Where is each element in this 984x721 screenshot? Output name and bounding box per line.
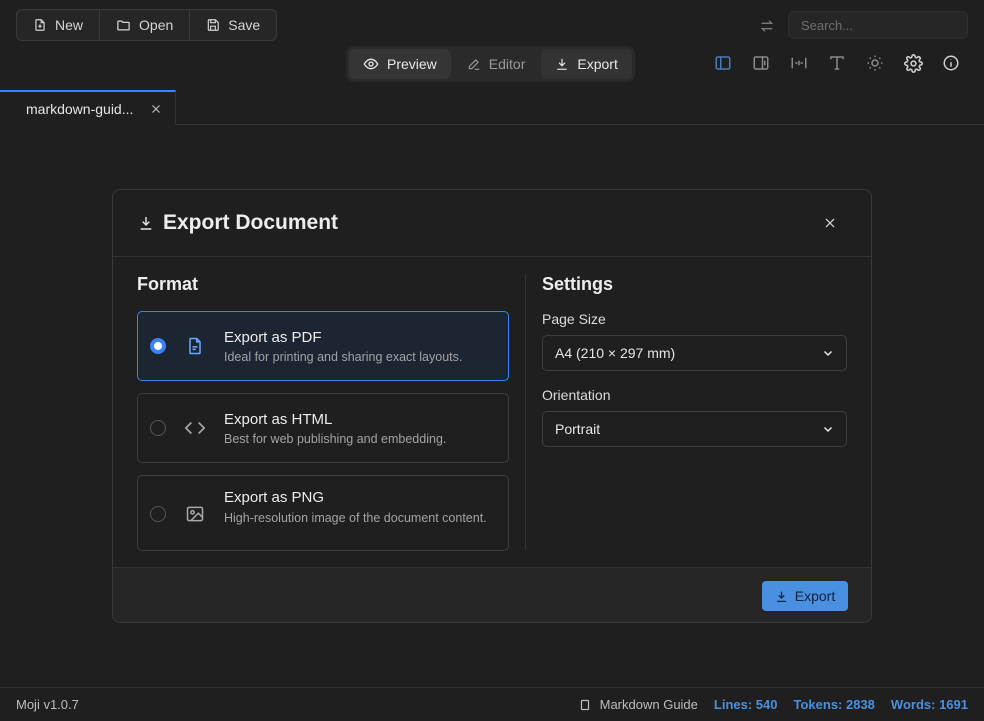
format-option-html[interactable]: Export as HTML Best for web publishing a… <box>137 393 509 463</box>
chevron-down-icon <box>822 423 834 435</box>
orientation-select[interactable]: Portrait <box>542 411 847 447</box>
dialog-header: Export Document <box>113 190 871 257</box>
format-option-png[interactable]: Export as PNG High-resolution image of t… <box>137 475 509 551</box>
radio-pdf[interactable] <box>150 338 166 354</box>
file-icon <box>184 335 206 357</box>
document-name-label: Markdown Guide <box>599 697 698 712</box>
download-icon <box>775 589 789 603</box>
tab-export[interactable]: Export <box>541 49 632 79</box>
option-desc-png: High-resolution image of the document co… <box>224 511 487 525</box>
dialog-footer: Export <box>113 567 871 622</box>
option-title-png: Export as PNG <box>224 489 325 506</box>
format-heading: Format <box>137 274 199 294</box>
export-dialog: Export Document Format Settings Export a… <box>112 189 872 623</box>
app-version: Moji v1.0.7 <box>16 697 79 712</box>
option-desc-pdf: Ideal for printing and sharing exact lay… <box>224 350 463 364</box>
export-button-label: Export <box>794 588 836 604</box>
lines-count: Lines: 540 <box>713 697 778 712</box>
view-options-toolbar <box>712 52 962 74</box>
pencil-icon <box>467 57 481 71</box>
sidebar-right-icon[interactable] <box>750 52 772 74</box>
settings-heading: Settings <box>542 274 614 294</box>
orientation-value: Portrait <box>555 421 601 437</box>
words-count: Words: 1691 <box>890 697 968 712</box>
file-tab-markdown-guide[interactable]: markdown-guid... <box>0 90 176 125</box>
new-file-icon <box>33 18 47 32</box>
sync-scroll-icon[interactable] <box>756 15 778 37</box>
page-size-value: A4 (210 × 297 mm) <box>555 345 676 361</box>
export-button[interactable]: Export <box>762 581 848 611</box>
option-title-html: Export as HTML <box>224 411 333 428</box>
page-size-label: Page Size <box>542 311 606 327</box>
save-icon <box>206 18 220 32</box>
document-icon <box>579 698 592 711</box>
typography-icon[interactable] <box>826 52 848 74</box>
close-dialog-icon[interactable] <box>821 214 839 232</box>
split-width-icon[interactable] <box>788 52 810 74</box>
document-name: Markdown Guide <box>579 697 698 712</box>
dialog-title: Export Document <box>163 211 339 234</box>
folder-icon <box>116 18 131 33</box>
sidebar-left-icon[interactable] <box>712 52 734 74</box>
column-divider <box>525 274 526 550</box>
open-button-label: Open <box>139 17 174 33</box>
orientation-label: Orientation <box>542 387 611 403</box>
close-tab-icon[interactable] <box>149 102 163 116</box>
file-tab-bar: markdown-guid... <box>0 90 984 125</box>
code-icon <box>184 417 206 439</box>
new-button[interactable]: New <box>17 10 101 40</box>
download-icon <box>555 57 569 71</box>
tab-preview[interactable]: Preview <box>349 49 451 79</box>
tab-export-label: Export <box>577 56 618 72</box>
option-title-pdf: Export as PDF <box>224 329 322 346</box>
status-right: Markdown Guide Lines: 540 Tokens: 2838 W… <box>579 697 968 712</box>
file-tab-label: markdown-guid... <box>26 100 134 117</box>
tokens-count: Tokens: 2838 <box>793 697 875 712</box>
radio-png[interactable] <box>150 506 166 522</box>
status-bar: Moji v1.0.7 Markdown Guide Lines: 540 To… <box>0 687 984 721</box>
chevron-down-icon <box>822 347 834 359</box>
tab-editor[interactable]: Editor <box>453 49 540 79</box>
view-tabs: Preview Editor Export <box>346 46 635 82</box>
info-icon[interactable] <box>940 52 962 74</box>
file-actions-group: New Open Save <box>16 9 278 41</box>
format-option-pdf[interactable]: Export as PDF Ideal for printing and sha… <box>137 311 509 381</box>
option-desc-html: Best for web publishing and embedding. <box>224 432 447 446</box>
save-button[interactable]: Save <box>190 10 276 40</box>
sun-icon[interactable] <box>864 52 886 74</box>
gear-icon[interactable] <box>902 52 924 74</box>
tab-editor-label: Editor <box>488 56 526 72</box>
save-button-label: Save <box>228 17 261 33</box>
image-icon <box>184 503 206 525</box>
download-icon <box>137 214 155 232</box>
page-size-select[interactable]: A4 (210 × 297 mm) <box>542 335 847 371</box>
search-input[interactable] <box>788 11 968 39</box>
eye-icon <box>363 56 379 72</box>
tab-preview-label: Preview <box>387 56 437 72</box>
new-button-label: New <box>55 17 84 33</box>
radio-html[interactable] <box>150 420 166 436</box>
open-button[interactable]: Open <box>100 10 191 40</box>
